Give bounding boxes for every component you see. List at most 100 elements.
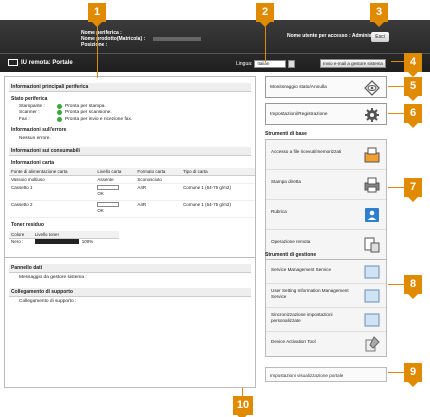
sync-settings-icon xyxy=(364,313,380,327)
callout-7: 7 xyxy=(404,178,422,202)
user-setting-item[interactable]: User Setting Information Management Serv… xyxy=(266,284,386,308)
toner-table: Colore Livello toner Nero : 100% xyxy=(9,230,119,244)
callout-leader xyxy=(391,61,404,62)
paper-level-gauge xyxy=(97,184,120,190)
support-heading: Collegamento di supporto xyxy=(9,288,251,297)
settings-label: Impostazioni/Registrazione xyxy=(270,112,328,117)
messages-section: Pannello dati Messaggio da gestore siste… xyxy=(5,258,255,387)
callout-leader xyxy=(242,388,243,396)
device-info-heading: Informazioni principali periferica xyxy=(9,83,251,92)
header-bar: Nome periferica : Nome prodotto(Matricol… xyxy=(0,20,430,72)
settings-button[interactable]: Impostazioni/Registrazione xyxy=(265,103,387,125)
col-toner-level: Livello toner xyxy=(32,230,119,239)
table-row: Cassetto 2 OK A4R Comune 1 (64-75 g/m2) xyxy=(9,200,255,218)
status-value: Pronta per stampa. xyxy=(65,103,106,109)
callout-leader xyxy=(388,284,404,285)
remote-operation-label: Operazione remota xyxy=(271,239,311,244)
table-row: Nero : 100% xyxy=(9,238,119,244)
status-row-fax: Fax : Pronta per invio e ricezione fax. xyxy=(19,116,251,123)
status-value: Pronta per scansione. xyxy=(65,110,112,116)
wrench-icon xyxy=(365,336,380,352)
status-key: Scanner : xyxy=(19,110,40,116)
login-user: Nome utente per accesso : Administrator xyxy=(287,33,385,39)
sync-settings-label: Sincronizzazione impostazioni personaliz… xyxy=(271,312,333,323)
callout-leader xyxy=(388,86,404,87)
management-tools-group: Service Management Service User Setting … xyxy=(265,259,387,357)
language-select[interactable]: Italian xyxy=(254,60,287,68)
status-monitor-label: Monitoraggio stato/Annulla xyxy=(270,85,327,90)
col-color: Colore xyxy=(9,230,33,239)
app-title: IU remota: Portale xyxy=(8,59,73,67)
address-book-item[interactable]: Rubrica xyxy=(266,200,386,230)
support-value: Collegamento di supporto : xyxy=(19,299,77,304)
user-setting-label: User Setting Information Management Serv… xyxy=(271,288,349,299)
ready-icon xyxy=(57,110,62,116)
inbox-icon xyxy=(364,147,380,163)
col-type: Tipo di carta xyxy=(181,167,255,176)
gear-icon xyxy=(365,108,379,122)
callout-1: 1 xyxy=(88,3,106,27)
paper-level: OK xyxy=(95,200,136,218)
position-label: Posizione : xyxy=(81,42,108,49)
table-row: Vassoio multiuso Assente Sconosciuto xyxy=(9,175,255,184)
paper-type: Comune 1 (64-75 g/m2) xyxy=(181,183,255,201)
callout-10: 10 xyxy=(233,396,253,417)
paper-type: Comune 1 (64-75 g/m2) xyxy=(181,200,255,218)
consumables-heading: Informazioni sui consumabili xyxy=(9,146,251,156)
paper-source: Cassetto 2 xyxy=(9,200,96,218)
direct-print-label: Stampa diretta xyxy=(271,179,301,184)
basic-tools-group: Accesso a file ricevuti/memorizzati Stam… xyxy=(265,139,387,261)
paper-heading: Informazioni carta xyxy=(11,159,55,166)
toner-level-bar xyxy=(34,238,79,244)
paper-type xyxy=(181,175,255,184)
callout-9: 9 xyxy=(404,363,422,387)
ready-icon xyxy=(57,103,62,109)
basic-tools-heading: Strumenti di base xyxy=(265,131,307,137)
callout-5: 5 xyxy=(404,77,422,101)
paper-format: Sconosciuto xyxy=(135,175,182,184)
col-source: Fonte di alimentazione carta xyxy=(9,167,96,176)
paper-level-gauge xyxy=(97,201,120,207)
paper-level-text: OK xyxy=(97,207,104,213)
callout-leader xyxy=(388,372,404,373)
remote-operation-icon xyxy=(364,237,380,253)
user-label: Nome utente per accesso : xyxy=(287,33,351,39)
logout-button[interactable]: Esci xyxy=(371,32,389,42)
device-activation-label: Device Activation Tool xyxy=(271,339,316,344)
callout-6: 6 xyxy=(404,104,422,128)
callout-leader xyxy=(388,113,404,114)
language-label: Lingua: xyxy=(236,61,253,67)
table-row: Cassetto 1 OK A4R Comune 1 (64-75 g/m2) xyxy=(9,183,255,201)
status-key: Fax : xyxy=(19,116,30,122)
col-format: Formato carta xyxy=(135,167,182,176)
received-files-label: Accesso a file ricevuti/memorizzati xyxy=(271,149,342,154)
portal-settings-link[interactable]: Impostazioni visualizzazione portale xyxy=(265,367,387,382)
paper-level-text: OK xyxy=(97,190,104,196)
paper-table: Fonte di alimentazione carta Livello car… xyxy=(9,167,255,218)
device-basic-info: Informazioni principali periferica Stato… xyxy=(5,77,255,258)
ready-icon xyxy=(57,116,62,122)
paper-format: A4R xyxy=(135,183,182,201)
callout-3: 3 xyxy=(370,3,388,27)
toner-color: Nero : xyxy=(11,238,24,244)
paper-source: Cassetto 1 xyxy=(9,183,96,201)
printer-name-label: Nome periferica : xyxy=(81,30,122,36)
received-files-item[interactable]: Accesso a file ricevuti/memorizzati xyxy=(266,140,386,170)
status-value: Pronta per invio e ricezione fax. xyxy=(65,116,133,122)
main-info-panel: Informazioni principali periferica Stato… xyxy=(4,76,256,388)
language-go-button[interactable] xyxy=(288,60,296,68)
mail-admin-button[interactable]: Invio e-mail a gestore sistema xyxy=(320,59,386,68)
address-book-icon xyxy=(365,208,379,222)
device-info: Nome periferica : Nome prodotto(Matricol… xyxy=(81,30,202,49)
eye-icon xyxy=(364,80,380,96)
callout-2: 2 xyxy=(256,3,274,27)
toner-level: 100% xyxy=(33,238,119,244)
device-activation-item[interactable]: Device Activation Tool xyxy=(266,332,386,356)
messages-heading: Pannello dati xyxy=(9,264,251,273)
app-title-text: IU remota: Portale xyxy=(21,60,73,66)
service-mgmt-item[interactable]: Service Management Service xyxy=(266,260,386,284)
sync-settings-item[interactable]: Sincronizzazione impostazioni personaliz… xyxy=(266,308,386,332)
status-monitor-button[interactable]: Monitoraggio stato/Annulla xyxy=(265,76,387,98)
direct-print-item[interactable]: Stampa diretta xyxy=(266,170,386,200)
paper-level: Assente xyxy=(95,175,136,184)
